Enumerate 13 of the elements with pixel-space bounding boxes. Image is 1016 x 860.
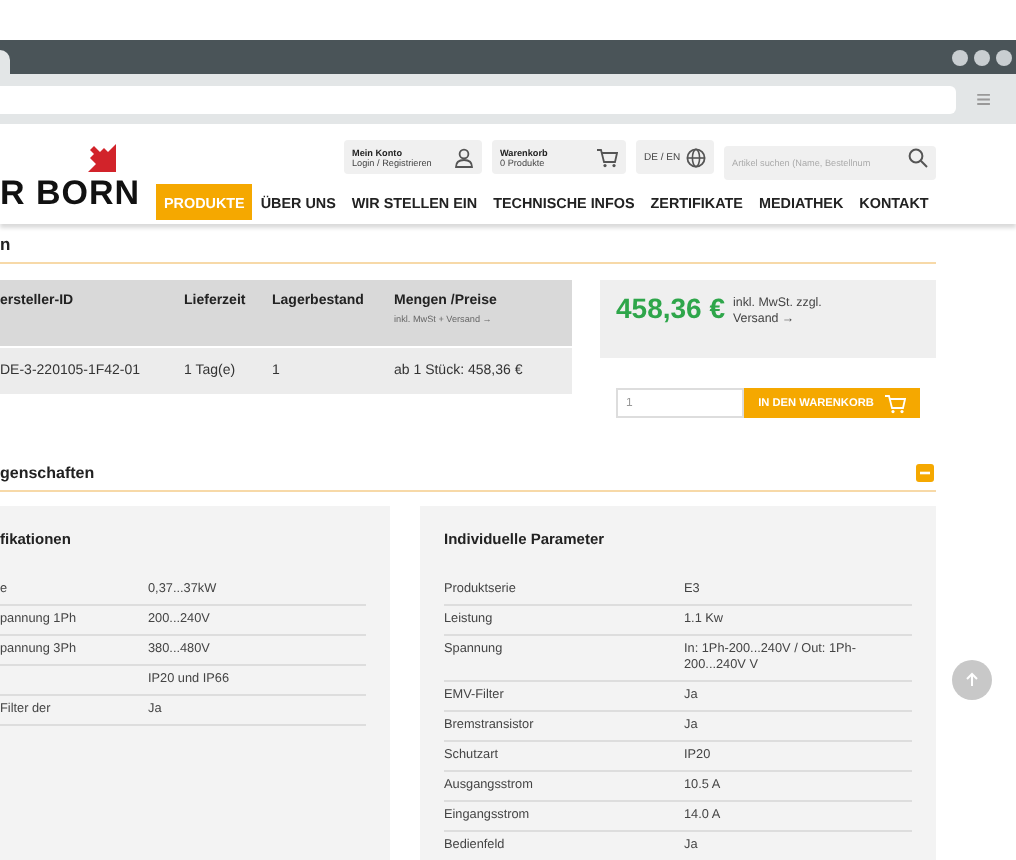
page-heading: n: [0, 234, 13, 258]
search-icon[interactable]: [908, 147, 928, 167]
cart-icon: [596, 147, 618, 167]
arrow-logo-icon: [84, 140, 116, 172]
logo-text[interactable]: R BORN: [0, 174, 141, 214]
globe-icon: [686, 147, 706, 167]
user-icon: [454, 147, 474, 167]
browser-tab[interactable]: [0, 50, 10, 74]
section-title[interactable]: genschaften: [0, 463, 95, 481]
cart-icon: [883, 393, 906, 413]
address-field[interactable]: [0, 85, 956, 113]
price: 458,36 €: [616, 292, 725, 328]
arrow-up-icon: [964, 672, 980, 688]
